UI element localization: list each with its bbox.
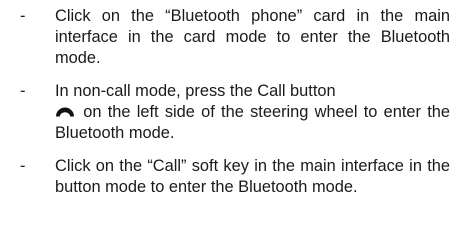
bullet-dash: -	[20, 157, 26, 175]
instruction-text-after-icon: on the left side of the steering wheel t…	[55, 103, 450, 142]
instruction-item-call-button: - In non-call mode, press the Call butto…	[0, 81, 458, 144]
instruction-list: - Click on the “Bluetooth phone” card in…	[0, 6, 458, 198]
instruction-item-bluetooth-card: - Click on the “Bluetooth phone” card in…	[0, 6, 458, 69]
instruction-text: Click on the “Call” soft key in the main…	[55, 157, 450, 196]
bullet-dash: -	[20, 7, 26, 25]
instruction-text-before-icon: In non-call mode, press the Call button	[55, 82, 336, 100]
instruction-item-call-soft-key: - Click on the “Call” soft key in the ma…	[0, 156, 458, 198]
bullet-dash: -	[20, 82, 26, 100]
instruction-text: Click on the “Bluetooth phone” card in t…	[55, 7, 450, 67]
phone-handset-icon	[56, 107, 74, 117]
